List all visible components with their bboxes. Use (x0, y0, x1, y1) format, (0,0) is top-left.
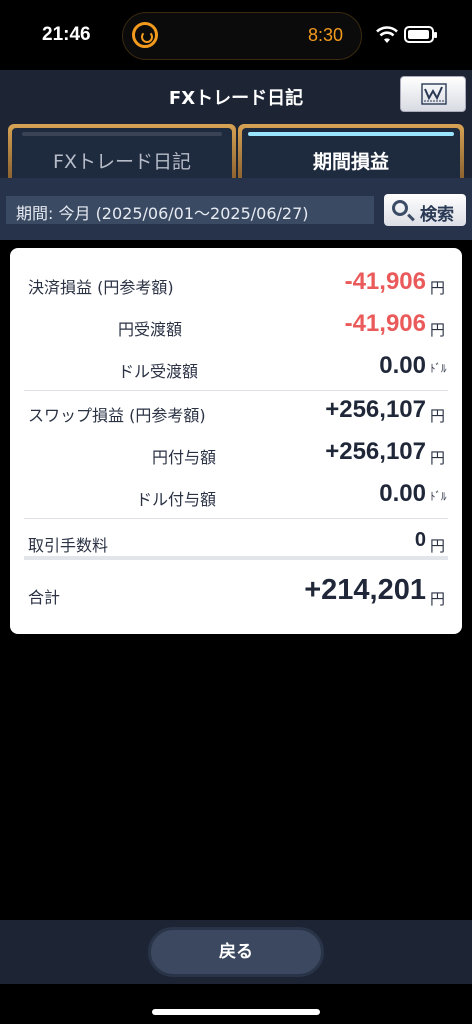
tab-trade-diary[interactable]: FXトレード日記 (8, 124, 236, 178)
yen-transfer-label: 円受渡額 (118, 320, 183, 339)
search-button-label: 検索 (420, 205, 454, 225)
total-unit: 円 (430, 590, 446, 608)
divider (24, 518, 448, 519)
island-timer: 8:30 (308, 25, 344, 45)
active-tab-indicator (248, 132, 454, 136)
chart-button[interactable] (400, 76, 466, 112)
dollar-grant-row: ドル付与額 0.00 ﾄﾞﾙ (10, 476, 462, 516)
home-indicator[interactable] (152, 1009, 320, 1015)
swap-unit: 円 (430, 407, 446, 425)
yen-grant-row: 円付与額 +256,107 円 (10, 434, 462, 474)
fee-label: 取引手数料 (28, 536, 109, 555)
total-value: +214,201 (304, 574, 426, 606)
settlement-row: 決済損益 (円参考額) -41,906 円 (10, 264, 462, 304)
back-button[interactable]: 戻る (148, 927, 324, 977)
pnl-summary-card: 決済損益 (円参考額) -41,906 円 円受渡額 -41,906 円 ドル受… (10, 248, 462, 634)
period-selector[interactable]: 期間: 今月 (2025/06/01～2025/06/27) (6, 196, 374, 224)
fee-value: 0 (414, 529, 426, 551)
total-label: 合計 (28, 588, 61, 607)
tab-trade-diary-label: FXトレード日記 (53, 151, 191, 173)
settlement-value: -41,906 (344, 268, 426, 295)
dollar-transfer-row: ドル受渡額 0.00 ﾄﾞﾙ (10, 348, 462, 388)
swap-row: スワップ損益 (円参考額) +256,107 円 (10, 392, 462, 432)
yen-transfer-row: 円受渡額 -41,906 円 (10, 306, 462, 346)
status-time: 21:46 (42, 24, 91, 45)
wifi-icon (376, 26, 398, 43)
battery-icon (404, 26, 437, 43)
dollar-grant-unit: ﾄﾞﾙ (430, 490, 447, 503)
status-bar: 21:46 8:30 (0, 0, 472, 70)
fee-unit: 円 (430, 537, 446, 555)
yen-transfer-unit: 円 (430, 321, 446, 339)
chart-icon (421, 83, 447, 105)
total-row: 合計 +214,201 円 (10, 574, 462, 614)
settlement-unit: 円 (430, 279, 446, 297)
search-button[interactable]: 検索 (384, 194, 466, 226)
total-divider (24, 556, 448, 560)
dollar-transfer-label: ドル受渡額 (118, 362, 199, 381)
swap-label: スワップ損益 (円参考額) (28, 406, 206, 425)
yen-transfer-value: -41,906 (344, 310, 426, 337)
timer-icon (132, 22, 158, 48)
swap-value: +256,107 (325, 396, 426, 423)
tab-period-pnl-label: 期間損益 (312, 151, 389, 173)
settlement-label: 決済損益 (円参考額) (28, 278, 174, 297)
yen-grant-value: +256,107 (325, 438, 426, 465)
dollar-grant-label: ドル付与額 (136, 490, 217, 509)
dollar-transfer-unit: ﾄﾞﾙ (430, 362, 447, 375)
yen-grant-unit: 円 (430, 449, 446, 467)
search-icon (392, 200, 408, 216)
yen-grant-label: 円付与額 (152, 448, 217, 467)
tab-period-pnl[interactable]: 期間損益 (238, 124, 464, 178)
dollar-grant-value: 0.00 (379, 480, 426, 507)
dollar-transfer-value: 0.00 (379, 352, 426, 379)
divider (24, 390, 448, 391)
